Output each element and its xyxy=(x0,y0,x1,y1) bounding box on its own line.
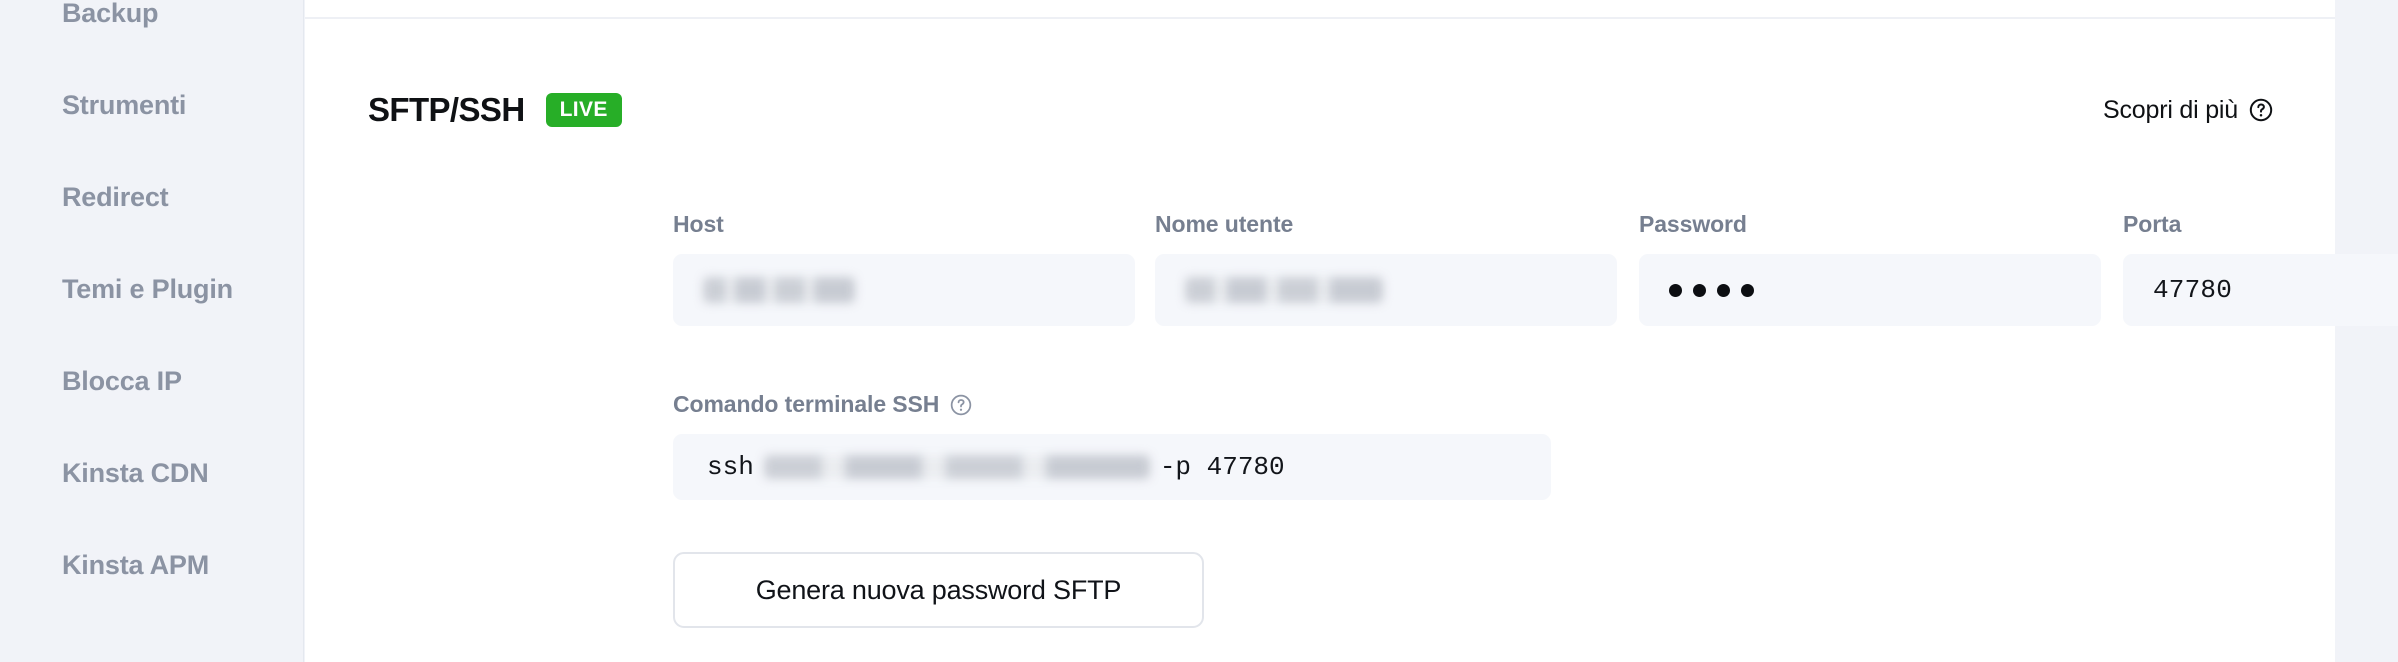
field-label-password: Password xyxy=(1639,211,1747,237)
password-dot xyxy=(1669,283,1682,297)
sidebar-item-redirect[interactable]: Redirect xyxy=(62,178,169,216)
field-label-username: Nome utente xyxy=(1155,211,1294,237)
page-title: SFTP/SSH xyxy=(368,91,525,128)
generate-sftp-password-button[interactable]: Genera nuova password SFTP xyxy=(673,552,1204,628)
password-field[interactable] xyxy=(1639,254,2101,326)
sidebar-item-temi-e-plugin[interactable]: Temi e Plugin xyxy=(62,270,233,308)
host-field[interactable] xyxy=(673,254,1135,326)
status-badge: LIVE xyxy=(545,93,622,127)
sidebar-item-backup[interactable]: Backup xyxy=(62,0,159,32)
ssh-command-value[interactable]: ssh -p 47780 xyxy=(673,434,1551,500)
sidebar-item-kinsta-apm[interactable]: Kinsta APM xyxy=(62,546,209,584)
ssh-command-target-redacted xyxy=(763,455,1150,479)
field-username: Nome utente xyxy=(1155,211,1617,326)
ssh-command-prefix: ssh xyxy=(707,452,754,482)
learn-more-label: Scopri di più xyxy=(2103,95,2238,124)
username-field[interactable] xyxy=(1155,254,1617,326)
learn-more-link[interactable]: Scopri di più xyxy=(2103,88,2273,132)
password-masked-value xyxy=(1669,283,1754,297)
sftp-ssh-page: Backup Strumenti Redirect Temi e Plugin Bloc… xyxy=(0,0,2398,662)
field-label-host: Host xyxy=(673,211,724,237)
password-dot xyxy=(1693,283,1706,297)
sidebar-item-strumenti[interactable]: Strumenti xyxy=(62,86,186,124)
username-value-redacted xyxy=(1185,277,1383,303)
sidebar-item-blocca-ip[interactable]: Blocca IP xyxy=(62,362,182,400)
host-value-redacted xyxy=(703,277,855,303)
field-host: Host xyxy=(673,211,1135,326)
ssh-command-label: Comando terminale SSH xyxy=(673,391,940,417)
field-port: Porta 47780 xyxy=(2123,211,2398,326)
panel-header-left: SFTP/SSH LIVE xyxy=(368,88,622,132)
port-value: 47780 xyxy=(2153,275,2233,305)
ssh-command-label-row: Comando terminale SSH xyxy=(673,391,1551,418)
ssh-command-suffix: -p 47780 xyxy=(1159,452,1285,482)
sidebar-item-kinsta-cdn[interactable]: Kinsta CDN xyxy=(62,454,209,492)
field-password: Password xyxy=(1639,211,2101,326)
field-label-port: Porta xyxy=(2123,211,2182,237)
ssh-command-section: Comando terminale SSH ssh -p 47780 xyxy=(673,391,1551,500)
sidebar-navigation: Backup Strumenti Redirect Temi e Plugin Bloc… xyxy=(0,0,304,662)
password-dot xyxy=(1741,283,1754,297)
sftp-ssh-panel: SFTP/SSH LIVE Scopri di più Host Nome ute… xyxy=(305,0,2398,662)
port-field[interactable]: 47780 xyxy=(2123,254,2398,326)
panel-top-divider xyxy=(305,17,2335,19)
help-circle-icon xyxy=(2249,98,2273,122)
password-dot xyxy=(1717,283,1730,297)
help-circle-icon[interactable] xyxy=(950,394,972,416)
panel-header: SFTP/SSH LIVE Scopri di più xyxy=(368,88,2273,132)
